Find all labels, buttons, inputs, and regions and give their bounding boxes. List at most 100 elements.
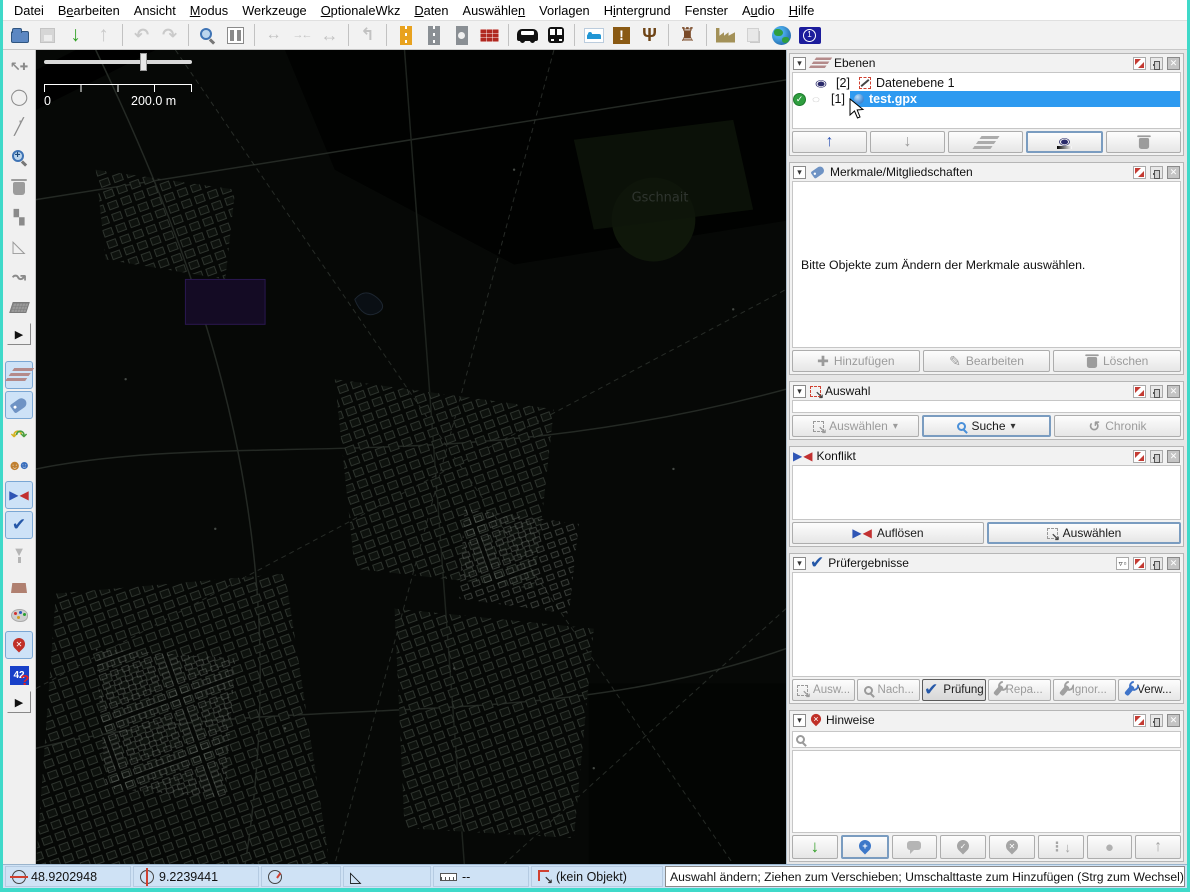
note-sort-button[interactable]	[1038, 835, 1084, 859]
layer-delete-button[interactable]	[1106, 131, 1181, 153]
select-move-tool[interactable]	[5, 53, 33, 81]
validator-ignore-button[interactable]: Ignor...	[1053, 679, 1116, 701]
parking-street-preset-button[interactable]	[448, 22, 475, 48]
tag-delete-button[interactable]: Löschen	[1053, 350, 1181, 372]
map-canvas[interactable]: Gschnait 0 200.0 m	[36, 50, 786, 864]
conflict-select-button[interactable]: Auswählen	[987, 522, 1181, 544]
validator-manage-button[interactable]: Verw...	[1118, 679, 1181, 701]
hazard-preset-button[interactable]	[608, 22, 635, 48]
notes-download-button[interactable]	[792, 835, 838, 859]
wall-preset-button[interactable]	[476, 22, 503, 48]
upload-button[interactable]	[90, 22, 117, 48]
hotel-preset-button[interactable]	[580, 22, 607, 48]
toggle-layers-dialog[interactable]	[5, 361, 33, 389]
toggle-changesets-dialog[interactable]	[5, 571, 33, 599]
collapse-icon[interactable]	[793, 385, 806, 398]
toggle-tags-dialog[interactable]	[5, 391, 33, 419]
turn-restriction-button[interactable]	[354, 22, 381, 48]
route-number-button[interactable]	[796, 22, 823, 48]
lasso-tool[interactable]	[5, 83, 33, 111]
merge-nodes-button[interactable]	[288, 22, 315, 48]
close-icon[interactable]	[1167, 57, 1180, 70]
conflict-resolve-button[interactable]: Auflösen	[792, 522, 984, 544]
menu-werkzeuge[interactable]: Werkzeuge	[235, 1, 314, 20]
layer-move-down-button[interactable]	[870, 131, 945, 153]
menu-auswaehlen[interactable]: Auswählen	[456, 1, 533, 20]
zoom-slider-handle[interactable]	[140, 53, 147, 71]
menu-fenster[interactable]: Fenster	[678, 1, 735, 20]
improve-accuracy-tool[interactable]	[5, 263, 33, 291]
selection-search-button[interactable]: Suche	[922, 415, 1051, 437]
toggle-conflict-dialog[interactable]	[5, 481, 33, 509]
menu-modus[interactable]: Modus	[183, 1, 235, 20]
layer-visibility-button[interactable]	[1026, 131, 1103, 153]
factory-preset-button[interactable]	[712, 22, 739, 48]
distribute-nodes-button[interactable]	[260, 22, 287, 48]
toggle-filter-dialog[interactable]	[5, 541, 33, 569]
collapse-icon[interactable]	[793, 166, 806, 179]
pin-icon[interactable]	[1150, 166, 1163, 179]
validator-options-icon[interactable]	[1116, 557, 1129, 570]
layer-row[interactable]: [2] Datenebene 1	[793, 75, 1180, 91]
selection-history-button[interactable]: Chronik	[1054, 415, 1181, 437]
tag-add-button[interactable]: Hinzufügen	[792, 350, 920, 372]
pin-icon[interactable]	[1150, 57, 1163, 70]
close-icon[interactable]	[1167, 450, 1180, 463]
motorway-preset-button[interactable]	[392, 22, 419, 48]
toggle-validator-dialog[interactable]	[5, 511, 33, 539]
menu-hintergrund[interactable]: Hintergrund	[597, 1, 678, 20]
pin-icon[interactable]	[1150, 557, 1163, 570]
extrude-tool[interactable]	[5, 233, 33, 261]
detach-icon[interactable]	[1133, 385, 1146, 398]
car-preset-button[interactable]	[514, 22, 541, 48]
toggle-mappaint-dialog[interactable]	[5, 601, 33, 629]
road-preset-button[interactable]	[420, 22, 447, 48]
toggle-authors-dialog[interactable]	[5, 451, 33, 479]
selection-select-button[interactable]: Auswählen	[792, 415, 919, 437]
close-icon[interactable]	[1167, 714, 1180, 727]
menu-hilfe[interactable]: Hilfe	[782, 1, 822, 20]
note-comment-button[interactable]	[892, 835, 938, 859]
restaurant-preset-button[interactable]	[636, 22, 663, 48]
note-close-button[interactable]	[940, 835, 986, 859]
detach-icon[interactable]	[1133, 557, 1146, 570]
note-mark-button[interactable]	[1087, 835, 1133, 859]
close-icon[interactable]	[1167, 557, 1180, 570]
menu-bearbeiten[interactable]: Bearbeiten	[51, 1, 127, 20]
pin-icon[interactable]	[1150, 714, 1163, 727]
pin-icon[interactable]	[1150, 450, 1163, 463]
more-tools-expander[interactable]	[7, 323, 31, 345]
collapse-icon[interactable]	[793, 714, 806, 727]
unglue-tool[interactable]	[5, 203, 33, 231]
eye-hidden-icon[interactable]	[806, 91, 826, 107]
layer-row[interactable]: [1] test.gpx	[793, 91, 1180, 107]
pin-icon[interactable]	[1150, 385, 1163, 398]
world-button[interactable]	[768, 22, 795, 48]
undo-button[interactable]	[128, 22, 155, 48]
detach-icon[interactable]	[1133, 166, 1146, 179]
redo-button[interactable]	[156, 22, 183, 48]
detach-icon[interactable]	[1133, 57, 1146, 70]
menu-vorlagen[interactable]: Vorlagen	[532, 1, 597, 20]
detach-icon[interactable]	[1133, 450, 1146, 463]
layer-move-up-button[interactable]	[792, 131, 867, 153]
collapse-icon[interactable]	[793, 557, 806, 570]
toggle-whereami-dialog[interactable]	[5, 661, 33, 689]
note-reopen-button[interactable]	[989, 835, 1035, 859]
validator-validate-button[interactable]: Prüfung	[922, 679, 985, 701]
draw-nodes-tool[interactable]	[5, 113, 33, 141]
castle-preset-button[interactable]	[674, 22, 701, 48]
bus-preset-button[interactable]	[542, 22, 569, 48]
close-icon[interactable]	[1167, 166, 1180, 179]
collapse-icon[interactable]	[793, 57, 806, 70]
tag-edit-button[interactable]: Bearbeiten	[923, 350, 1051, 372]
zoom-button[interactable]	[194, 22, 221, 48]
copy-button[interactable]	[740, 22, 767, 48]
menu-optionalewkz[interactable]: OptionaleWkz	[314, 1, 408, 20]
eye-visible-icon[interactable]	[811, 75, 831, 92]
menu-datei[interactable]: Datei	[7, 1, 51, 20]
preferences-button[interactable]	[222, 22, 249, 48]
menu-audio[interactable]: Audio	[735, 1, 782, 20]
zoom-slider[interactable]	[44, 60, 192, 64]
note-add-button[interactable]	[841, 835, 889, 859]
